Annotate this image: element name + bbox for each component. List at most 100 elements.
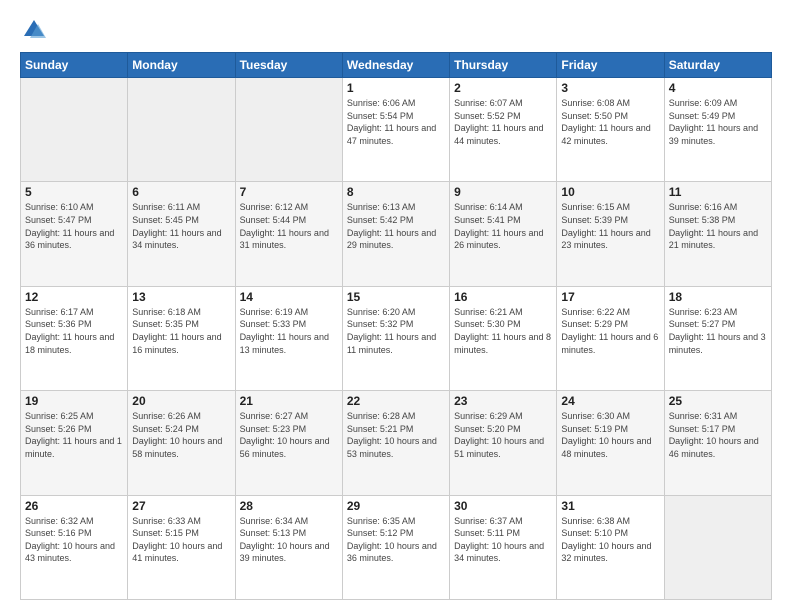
day-number: 1 (347, 81, 445, 95)
day-number: 7 (240, 185, 338, 199)
logo (20, 16, 52, 44)
day-number: 29 (347, 499, 445, 513)
day-info: Sunrise: 6:12 AM Sunset: 5:44 PM Dayligh… (240, 201, 338, 251)
day-info: Sunrise: 6:18 AM Sunset: 5:35 PM Dayligh… (132, 306, 230, 356)
day-info: Sunrise: 6:28 AM Sunset: 5:21 PM Dayligh… (347, 410, 445, 460)
day-info: Sunrise: 6:17 AM Sunset: 5:36 PM Dayligh… (25, 306, 123, 356)
weekday-header-wednesday: Wednesday (342, 53, 449, 78)
calendar-cell: 7 Sunrise: 6:12 AM Sunset: 5:44 PM Daylig… (235, 182, 342, 286)
calendar-cell: 17 Sunrise: 6:22 AM Sunset: 5:29 PM Dayli… (557, 286, 664, 390)
calendar-cell (21, 78, 128, 182)
day-info: Sunrise: 6:27 AM Sunset: 5:23 PM Dayligh… (240, 410, 338, 460)
calendar-cell: 15Sunrise: 6:20 AM Sunset: 5:32 PM Dayli… (342, 286, 449, 390)
day-number: 8 (347, 185, 445, 199)
day-number: 19 (25, 394, 123, 408)
day-number: 6 (132, 185, 230, 199)
week-row-2: 5 Sunrise: 6:10 AM Sunset: 5:47 PM Daylig… (21, 182, 772, 286)
weekday-header-friday: Friday (557, 53, 664, 78)
day-info: Sunrise: 6:35 AM Sunset: 5:12 PM Dayligh… (347, 515, 445, 565)
day-info: Sunrise: 6:33 AM Sunset: 5:15 PM Dayligh… (132, 515, 230, 565)
day-number: 18 (669, 290, 767, 304)
calendar-cell: 16 Sunrise: 6:21 AM Sunset: 5:30 PM Dayli… (450, 286, 557, 390)
day-number: 12 (25, 290, 123, 304)
day-info: Sunrise: 6:19 AM Sunset: 5:33 PM Dayligh… (240, 306, 338, 356)
day-number: 16 (454, 290, 552, 304)
day-number: 3 (561, 81, 659, 95)
day-info: Sunrise: 6:26 AM Sunset: 5:24 PM Dayligh… (132, 410, 230, 460)
weekday-header-sunday: Sunday (21, 53, 128, 78)
day-info: Sunrise: 6:20 AM Sunset: 5:32 PM Dayligh… (347, 306, 445, 356)
calendar-cell: 21Sunrise: 6:27 AM Sunset: 5:23 PM Dayli… (235, 391, 342, 495)
day-number: 10 (561, 185, 659, 199)
day-number: 17 (561, 290, 659, 304)
calendar-cell (235, 78, 342, 182)
calendar-cell: 23 Sunrise: 6:29 AM Sunset: 5:20 PM Dayli… (450, 391, 557, 495)
day-number: 9 (454, 185, 552, 199)
day-info: Sunrise: 6:21 AM Sunset: 5:30 PM Dayligh… (454, 306, 552, 356)
day-number: 2 (454, 81, 552, 95)
calendar-cell: 20 Sunrise: 6:26 AM Sunset: 5:24 PM Dayli… (128, 391, 235, 495)
weekday-header-tuesday: Tuesday (235, 53, 342, 78)
calendar-cell: 8 Sunrise: 6:13 AM Sunset: 5:42 PM Daylig… (342, 182, 449, 286)
day-number: 30 (454, 499, 552, 513)
calendar-cell: 2Sunrise: 6:07 AM Sunset: 5:52 PM Daylig… (450, 78, 557, 182)
day-info: Sunrise: 6:06 AM Sunset: 5:54 PM Dayligh… (347, 97, 445, 147)
week-row-3: 12 Sunrise: 6:17 AM Sunset: 5:36 PM Dayli… (21, 286, 772, 390)
day-info: Sunrise: 6:38 AM Sunset: 5:10 PM Dayligh… (561, 515, 659, 565)
day-number: 31 (561, 499, 659, 513)
day-info: Sunrise: 6:13 AM Sunset: 5:42 PM Dayligh… (347, 201, 445, 251)
calendar-cell: 27 Sunrise: 6:33 AM Sunset: 5:15 PM Dayli… (128, 495, 235, 599)
weekday-header-row: SundayMondayTuesdayWednesdayThursdayFrid… (21, 53, 772, 78)
day-number: 4 (669, 81, 767, 95)
day-number: 28 (240, 499, 338, 513)
day-info: Sunrise: 6:08 AM Sunset: 5:50 PM Dayligh… (561, 97, 659, 147)
day-info: Sunrise: 6:14 AM Sunset: 5:41 PM Dayligh… (454, 201, 552, 251)
page: SundayMondayTuesdayWednesdayThursdayFrid… (0, 0, 792, 612)
day-number: 13 (132, 290, 230, 304)
day-info: Sunrise: 6:16 AM Sunset: 5:38 PM Dayligh… (669, 201, 767, 251)
weekday-header-saturday: Saturday (664, 53, 771, 78)
calendar-cell: 28 Sunrise: 6:34 AM Sunset: 5:13 PM Dayli… (235, 495, 342, 599)
calendar-cell: 25Sunrise: 6:31 AM Sunset: 5:17 PM Dayli… (664, 391, 771, 495)
day-info: Sunrise: 6:25 AM Sunset: 5:26 PM Dayligh… (25, 410, 123, 460)
day-info: Sunrise: 6:32 AM Sunset: 5:16 PM Dayligh… (25, 515, 123, 565)
calendar-table: SundayMondayTuesdayWednesdayThursdayFrid… (20, 52, 772, 600)
calendar-cell: 19 Sunrise: 6:25 AM Sunset: 5:26 PM Dayli… (21, 391, 128, 495)
calendar-cell: 30 Sunrise: 6:37 AM Sunset: 5:11 PM Dayli… (450, 495, 557, 599)
day-number: 27 (132, 499, 230, 513)
day-info: Sunrise: 6:10 AM Sunset: 5:47 PM Dayligh… (25, 201, 123, 251)
calendar-cell: 9 Sunrise: 6:14 AM Sunset: 5:41 PM Daylig… (450, 182, 557, 286)
calendar-cell: 3 Sunrise: 6:08 AM Sunset: 5:50 PM Daylig… (557, 78, 664, 182)
day-info: Sunrise: 6:09 AM Sunset: 5:49 PM Dayligh… (669, 97, 767, 147)
weekday-header-monday: Monday (128, 53, 235, 78)
calendar-cell: 18Sunrise: 6:23 AM Sunset: 5:27 PM Dayli… (664, 286, 771, 390)
calendar-cell: 13 Sunrise: 6:18 AM Sunset: 5:35 PM Dayli… (128, 286, 235, 390)
calendar-cell: 5 Sunrise: 6:10 AM Sunset: 5:47 PM Daylig… (21, 182, 128, 286)
day-info: Sunrise: 6:37 AM Sunset: 5:11 PM Dayligh… (454, 515, 552, 565)
day-number: 14 (240, 290, 338, 304)
day-info: Sunrise: 6:34 AM Sunset: 5:13 PM Dayligh… (240, 515, 338, 565)
calendar-cell (128, 78, 235, 182)
day-number: 24 (561, 394, 659, 408)
logo-icon (20, 16, 48, 44)
calendar-cell: 29 Sunrise: 6:35 AM Sunset: 5:12 PM Dayli… (342, 495, 449, 599)
weekday-header-thursday: Thursday (450, 53, 557, 78)
calendar-cell: 1 Sunrise: 6:06 AM Sunset: 5:54 PM Daylig… (342, 78, 449, 182)
day-info: Sunrise: 6:31 AM Sunset: 5:17 PM Dayligh… (669, 410, 767, 460)
day-number: 5 (25, 185, 123, 199)
day-info: Sunrise: 6:22 AM Sunset: 5:29 PM Dayligh… (561, 306, 659, 356)
calendar-cell: 6Sunrise: 6:11 AM Sunset: 5:45 PM Daylig… (128, 182, 235, 286)
calendar-cell: 31 Sunrise: 6:38 AM Sunset: 5:10 PM Dayli… (557, 495, 664, 599)
calendar-cell: 12 Sunrise: 6:17 AM Sunset: 5:36 PM Dayli… (21, 286, 128, 390)
calendar-cell: 22 Sunrise: 6:28 AM Sunset: 5:21 PM Dayli… (342, 391, 449, 495)
day-number: 22 (347, 394, 445, 408)
calendar-cell: 24 Sunrise: 6:30 AM Sunset: 5:19 PM Dayli… (557, 391, 664, 495)
day-number: 23 (454, 394, 552, 408)
day-info: Sunrise: 6:15 AM Sunset: 5:39 PM Dayligh… (561, 201, 659, 251)
calendar-cell: 14 Sunrise: 6:19 AM Sunset: 5:33 PM Dayli… (235, 286, 342, 390)
day-number: 20 (132, 394, 230, 408)
calendar-cell (664, 495, 771, 599)
calendar-cell: 10 Sunrise: 6:15 AM Sunset: 5:39 PM Dayli… (557, 182, 664, 286)
day-info: Sunrise: 6:29 AM Sunset: 5:20 PM Dayligh… (454, 410, 552, 460)
day-info: Sunrise: 6:30 AM Sunset: 5:19 PM Dayligh… (561, 410, 659, 460)
